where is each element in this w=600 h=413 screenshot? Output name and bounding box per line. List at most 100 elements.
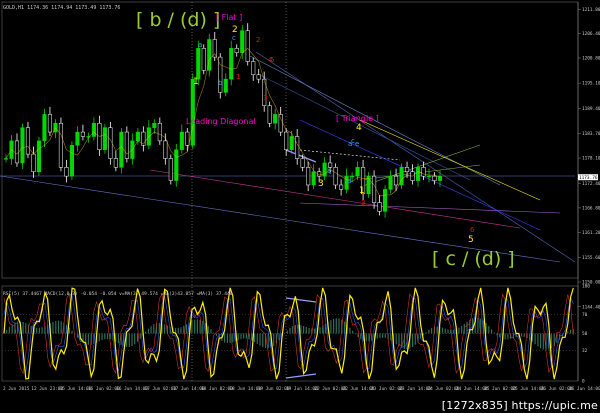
- leading-diagonal-label: Leading Diagonal: [186, 117, 256, 126]
- time-label: 22 Jun 02:00: [314, 386, 346, 392]
- time-label: 22 Jun 14:00: [343, 386, 375, 392]
- candle-body: [135, 131, 140, 142]
- time-label: 18 Jun 02:00: [201, 386, 233, 392]
- wave-label: c: [232, 34, 236, 42]
- price-label: 1144.40: [582, 304, 600, 310]
- wave-label: a: [198, 41, 202, 49]
- candle-body: [394, 175, 399, 186]
- wave-label: 3: [263, 94, 267, 102]
- watermark: [1272x835] https://upic.me: [441, 399, 598, 412]
- wave-label: d: [347, 177, 351, 185]
- price-label: 1200.80: [582, 56, 600, 62]
- wave-label: 6: [470, 226, 475, 234]
- time-label: 12 Jun 23:00: [31, 386, 63, 392]
- candle-body: [229, 48, 234, 80]
- candle-body: [223, 78, 228, 93]
- time-label: 16 Jun 02:00: [88, 386, 120, 392]
- rsi-header: RSI(5) 37.4467 MACD(12,8,3) -0.054 -0.05…: [3, 291, 233, 297]
- candle-body: [3, 158, 9, 160]
- candle-body: [284, 131, 289, 150]
- candle-body: [119, 131, 124, 168]
- price-chart[interactable]: abc1234512345abcde136 1211.801206.401200…: [0, 0, 600, 413]
- price-label: 1211.80: [582, 7, 600, 13]
- candle-body: [256, 74, 261, 80]
- candle-body: [432, 175, 437, 181]
- candle-body: [421, 167, 426, 177]
- candle-body: [383, 189, 388, 212]
- candle-body: [157, 122, 162, 142]
- wave-label: 5: [270, 56, 274, 64]
- rsi-axis-label: 50: [582, 331, 588, 337]
- time-label: 26 Jun 14:00: [569, 386, 600, 392]
- price-label: 1161.20: [582, 230, 600, 236]
- candle-body: [124, 131, 129, 159]
- time-label: 15 Jun 14:00: [60, 386, 92, 392]
- candle-body: [14, 140, 20, 164]
- time-label: 23 Jun 14:00: [399, 386, 431, 392]
- time-label: 23 Jun 02:00: [371, 386, 403, 392]
- wave-label: 1: [236, 73, 240, 81]
- candle-body: [289, 136, 294, 150]
- time-label: 24 Jun 14:00: [456, 386, 488, 392]
- candle-body: [64, 167, 69, 177]
- candle-body: [251, 61, 256, 75]
- candle-body: [295, 136, 300, 159]
- candle-body: [404, 167, 410, 172]
- time-label: 25 Jun 14:00: [512, 386, 544, 392]
- candle-body: [201, 48, 206, 71]
- candle-body: [108, 127, 113, 159]
- candle-body: [174, 149, 179, 181]
- candle-body: [179, 131, 184, 150]
- candle-body: [377, 202, 382, 212]
- price-label: 1195.10: [582, 81, 600, 87]
- candle-body: [415, 167, 421, 181]
- candle-body: [212, 39, 217, 58]
- candle-body: [388, 175, 393, 190]
- c-d-label: [ c / (d) ]: [432, 248, 515, 270]
- candle-body: [190, 78, 195, 146]
- time-label: 18 Jun 14:00: [229, 386, 261, 392]
- wave-label: b: [218, 79, 223, 87]
- flat-label: [ Flat ]: [216, 13, 242, 22]
- time-axis: 2 Jun 2015 12 Jun 23:0015 Jun 14:0016 Jun…: [3, 386, 600, 392]
- candle-body: [47, 114, 52, 133]
- time-label: 19 Jun 02:00: [258, 386, 290, 392]
- candle-body: [102, 127, 107, 150]
- candle-body: [58, 122, 63, 168]
- time-label: 19 Jun 14:00: [286, 386, 318, 392]
- time-label: 25 Jun 02:00: [484, 386, 516, 392]
- candle-body: [42, 114, 47, 142]
- rsi-axis-label: 100: [582, 284, 590, 290]
- price-label: 1166.80: [582, 205, 600, 211]
- candle-body: [185, 131, 190, 146]
- price-label: 1206.40: [582, 31, 600, 37]
- candle-body: [339, 184, 344, 190]
- candle-body: [20, 127, 25, 164]
- wave-label: 1: [193, 77, 199, 87]
- candle-body: [273, 114, 278, 124]
- wave-label: b: [327, 167, 332, 175]
- candle-body: [278, 114, 283, 133]
- rsi-axis-label: 0: [582, 379, 585, 385]
- candle-body: [311, 171, 316, 186]
- candle-body: [234, 48, 239, 53]
- candle-body: [69, 145, 74, 177]
- candle-body: [355, 167, 360, 177]
- b-d-label: [ b / (d) ]: [136, 9, 220, 31]
- rsi-axis-label: 70: [582, 312, 588, 318]
- price-label: 1155.60: [582, 255, 600, 261]
- candle-body: [36, 140, 42, 172]
- current-price-label: 1173.76: [579, 175, 598, 181]
- candle-body: [267, 105, 272, 124]
- wave-label: 2: [256, 36, 260, 44]
- time-label: 2 Jun 2015: [3, 386, 30, 392]
- wave-label: 2: [232, 25, 238, 35]
- price-label: 1178.10: [582, 156, 600, 162]
- wave-label: 1: [359, 186, 365, 196]
- candle-body: [240, 30, 245, 53]
- candle-body: [306, 167, 311, 186]
- wave-label: 3: [361, 199, 365, 207]
- candle-body: [80, 131, 85, 137]
- candle-body: [25, 127, 31, 155]
- time-label: 17 Jun 02:00: [145, 386, 177, 392]
